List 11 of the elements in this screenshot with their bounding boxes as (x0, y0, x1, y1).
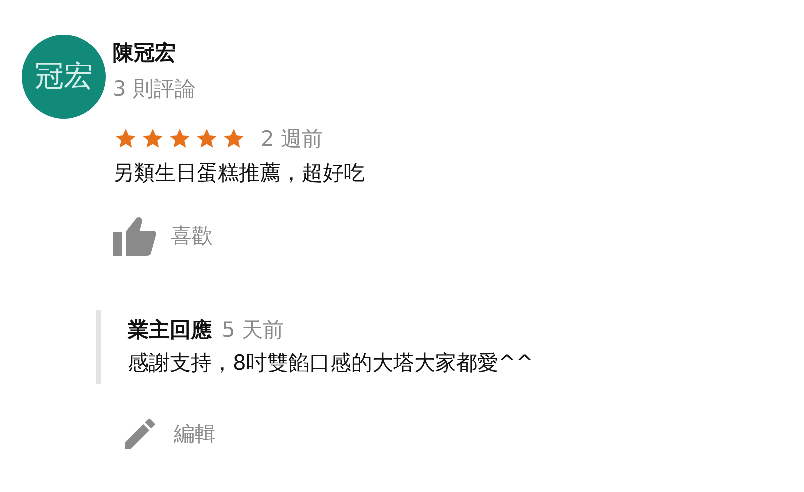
thumbs-up-icon (113, 216, 157, 256)
reply-title: 業主回應 (128, 318, 212, 342)
avatar[interactable]: 冠宏 (22, 35, 106, 119)
reply-time: 5 天前 (222, 318, 284, 342)
like-button[interactable]: 喜歡 (113, 216, 365, 256)
reply-text: 感謝支持，8吋雙餡口感的大塔大家都愛^^ (128, 350, 535, 377)
review-time: 2 週前 (261, 126, 324, 153)
edit-button[interactable]: 編輯 (120, 414, 216, 454)
reviewer-name[interactable]: 陳冠宏 (113, 38, 365, 68)
review-text: 另類生日蛋糕推薦，超好吃 (113, 160, 365, 187)
review-count: 3 則評論 (113, 76, 198, 103)
